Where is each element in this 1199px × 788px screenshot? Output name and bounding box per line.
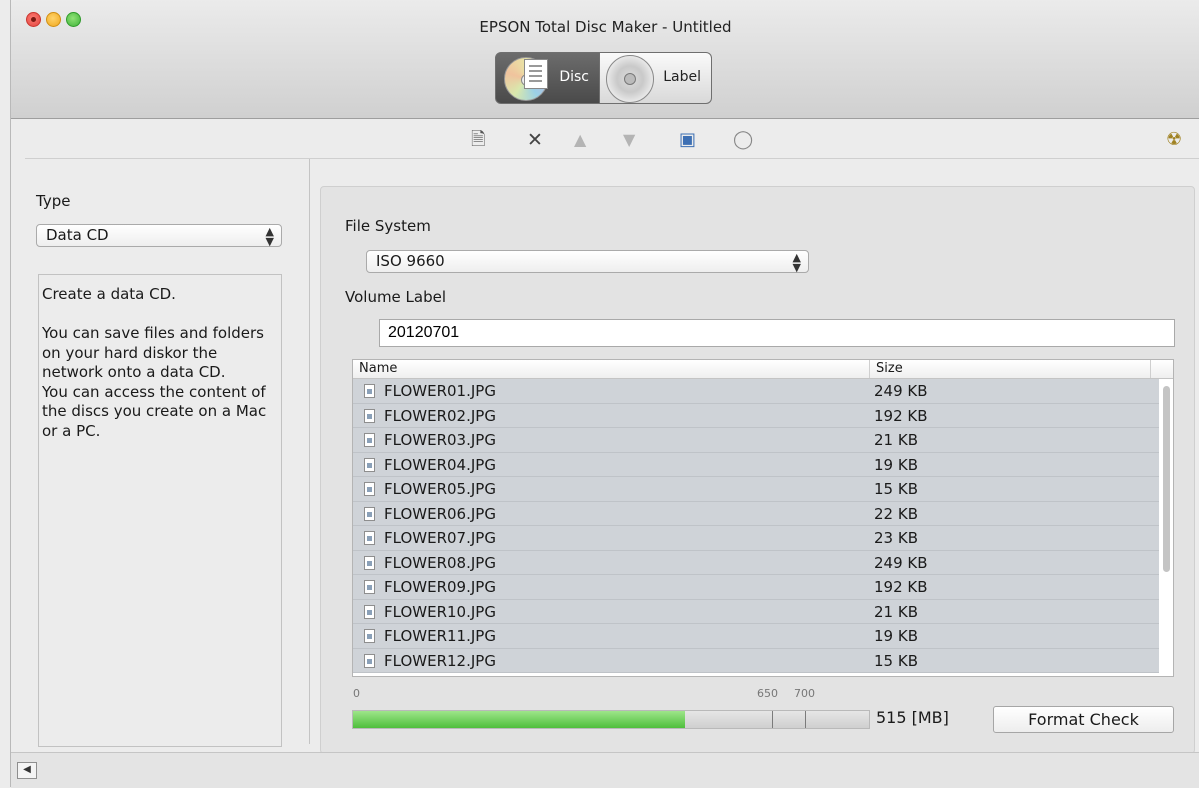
file-size: 192 KB [874, 406, 928, 425]
format-check-button[interactable]: Format Check [993, 706, 1174, 733]
file-row[interactable]: FLOWER05.JPG 15 KB [353, 477, 1159, 502]
file-size: 21 KB [874, 602, 918, 621]
file-row[interactable]: FLOWER06.JPG 22 KB [353, 501, 1159, 526]
file-name: FLOWER12.JPG [384, 651, 496, 670]
volume-label-label: Volume Label [345, 288, 447, 306]
file-list[interactable]: Name Size FLOWER01.JPG 249 KB FLOWER02.JPG… [352, 359, 1174, 677]
add-file-icon[interactable]: 🗎 [471, 131, 485, 149]
file-list-header: Name Size [353, 360, 1173, 379]
image-file-icon [364, 531, 375, 545]
file-name: FLOWER08.JPG [384, 553, 496, 572]
file-system-value: ISO 9660 [376, 252, 445, 270]
file-size: 22 KB [874, 504, 918, 523]
file-name: FLOWER06.JPG [384, 504, 496, 523]
file-system-select[interactable]: ISO 9660 ▲ ▼ [366, 250, 809, 273]
file-row[interactable]: FLOWER04.JPG 19 KB [353, 452, 1159, 477]
type-select[interactable]: Data CD ▲ ▼ [36, 224, 282, 247]
file-row[interactable]: FLOWER10.JPG 21 KB [353, 599, 1159, 624]
capacity-tick-0: 0 [353, 687, 360, 700]
type-label: Type [36, 192, 71, 210]
file-row[interactable]: FLOWER07.JPG 23 KB [353, 526, 1159, 551]
scrollbar-thumb[interactable] [1163, 386, 1170, 572]
image-file-icon [364, 580, 375, 594]
image-file-icon [364, 384, 375, 398]
window-title: EPSON Total Disc Maker - Untitled [479, 18, 732, 36]
file-name: FLOWER02.JPG [384, 406, 496, 425]
file-name: FLOWER05.JPG [384, 480, 496, 498]
capacity-bar-fill [353, 711, 685, 728]
finder-icon[interactable]: ▣ [679, 131, 696, 149]
image-file-icon [364, 629, 375, 643]
file-row[interactable]: FLOWER11.JPG 19 KB [353, 624, 1159, 649]
disc-info-icon[interactable]: ◯ [733, 131, 753, 149]
file-name: FLOWER10.JPG [384, 602, 496, 621]
bottom-bar: ◀ [11, 752, 1199, 788]
size-column-header[interactable]: Size [870, 360, 1151, 378]
file-size: 21 KB [874, 431, 918, 449]
file-rows: FLOWER01.JPG 249 KB FLOWER02.JPG 192 KB FLOW… [353, 379, 1159, 673]
used-capacity-text: 515 [MB] [876, 708, 949, 727]
label-mode-button[interactable]: Label [600, 52, 712, 104]
document-icon [524, 59, 548, 89]
file-size: 15 KB [874, 480, 918, 498]
capacity-bar [352, 710, 870, 729]
file-row[interactable]: FLOWER03.JPG 21 KB [353, 428, 1159, 453]
collapse-panel-button[interactable]: ◀ [17, 762, 37, 779]
image-file-icon [364, 653, 375, 668]
burn-icon[interactable]: ☢ [1166, 131, 1182, 149]
name-column-header[interactable]: Name [353, 360, 870, 378]
file-row[interactable]: FLOWER08.JPG 249 KB [353, 550, 1159, 575]
label-disc-icon [606, 55, 654, 103]
file-name: FLOWER09.JPG [384, 578, 496, 596]
disc-settings-panel: File System ISO 9660 ▲▼ Volume Label Nam… [320, 186, 1195, 754]
label-mode-label: Label [663, 69, 701, 85]
image-file-icon [364, 457, 375, 472]
image-file-icon [364, 408, 375, 423]
title-bar: EPSON Total Disc Maker - Untitled Disc L… [11, 0, 1199, 119]
capacity-tick-650: 650 [757, 687, 778, 700]
delete-icon[interactable]: ✕ [527, 131, 543, 150]
file-system-label: File System [345, 217, 431, 235]
move-down-icon[interactable]: ▼ [623, 131, 635, 149]
image-file-icon [364, 433, 375, 447]
image-file-icon [364, 506, 375, 521]
image-file-icon [364, 604, 375, 619]
file-size: 192 KB [874, 578, 928, 596]
image-file-icon [364, 482, 375, 496]
file-size: 15 KB [874, 651, 918, 670]
file-name: FLOWER07.JPG [384, 529, 496, 547]
file-size: 249 KB [874, 553, 928, 572]
capacity-mark-650 [772, 711, 773, 728]
file-row[interactable]: FLOWER09.JPG 192 KB [353, 575, 1159, 600]
file-size: 23 KB [874, 529, 918, 547]
file-row[interactable]: FLOWER12.JPG 15 KB [353, 648, 1159, 673]
type-description: Create a data CD. You can save files and… [38, 274, 282, 747]
file-name: FLOWER03.JPG [384, 431, 496, 449]
capacity-mark-700 [805, 711, 806, 728]
app-window: EPSON Total Disc Maker - Untitled Disc L… [10, 0, 1199, 788]
file-name: FLOWER11.JPG [384, 627, 496, 645]
type-select-value: Data CD [46, 226, 109, 244]
file-size: 249 KB [874, 382, 928, 400]
file-row[interactable]: FLOWER01.JPG 249 KB [353, 379, 1159, 404]
file-name: FLOWER04.JPG [384, 455, 496, 474]
capacity-tick-700: 700 [794, 687, 815, 700]
disc-mode-label: Disc [559, 69, 589, 85]
file-name: FLOWER01.JPG [384, 382, 496, 400]
volume-label-input[interactable] [379, 319, 1175, 347]
move-up-icon[interactable]: ▲ [574, 131, 586, 149]
popup-arrows-icon: ▲ ▼ [792, 251, 801, 274]
image-file-icon [364, 555, 375, 570]
type-panel: Type Data CD ▲ ▼ Create a data CD. You ca… [11, 159, 310, 747]
toolbar: 🗎 ✕ ▲ ▼ ▣ ◯ ☢ [11, 119, 1199, 159]
file-size: 19 KB [874, 455, 918, 474]
popup-arrows-icon: ▲ ▼ [265, 225, 274, 248]
disc-mode-button[interactable]: Disc [495, 52, 600, 104]
mode-switcher: Disc Label [495, 52, 712, 104]
file-row[interactable]: FLOWER02.JPG 192 KB [353, 403, 1159, 428]
file-size: 19 KB [874, 627, 918, 645]
